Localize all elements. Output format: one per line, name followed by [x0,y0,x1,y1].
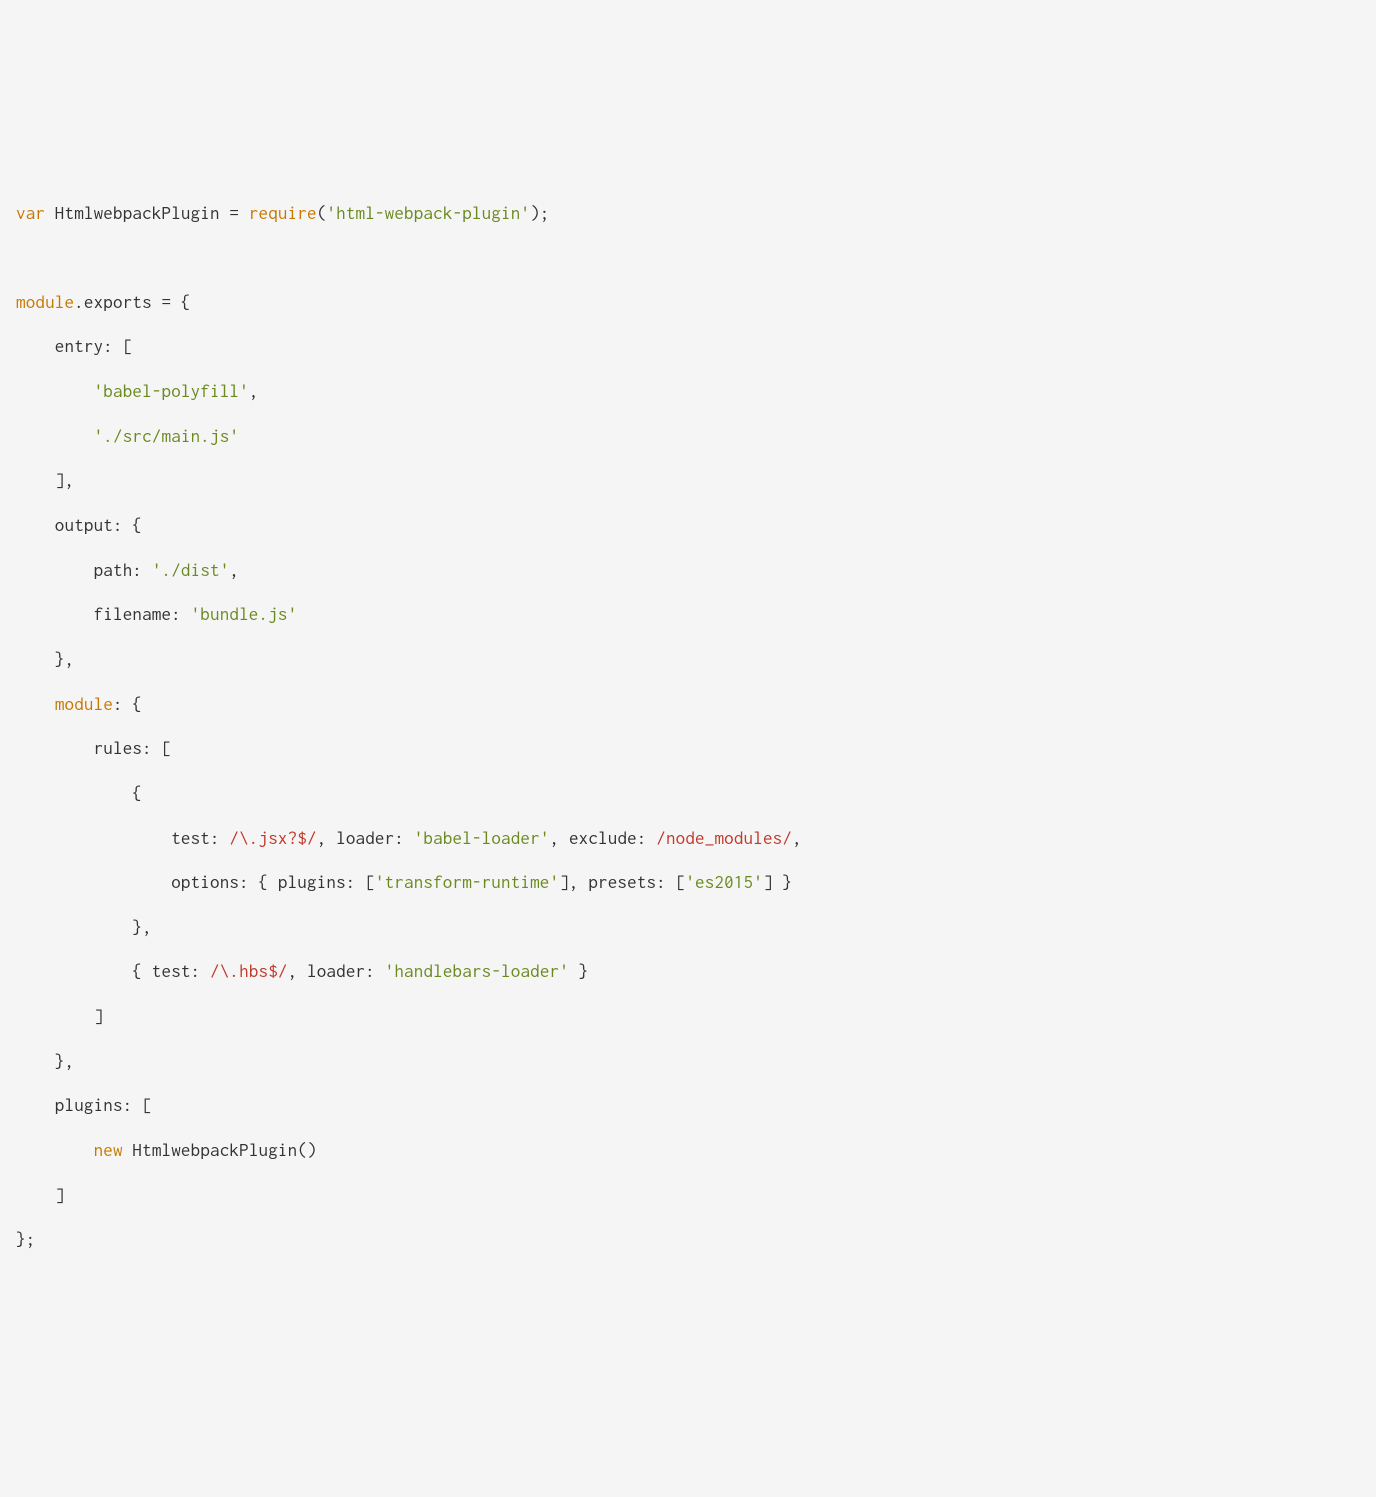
code-token: filename: [16,604,191,624]
code-token: var [16,203,45,223]
code-token: entry: [ [16,336,132,356]
code-token: , [249,381,259,401]
code-token: 'html-webpack-plugin' [326,203,530,223]
code-token: './dist' [152,560,230,580]
code-block: var HtmlwebpackPlugin = require('html-we… [16,191,1360,1262]
code-token: /\.hbs$/ [210,961,288,981]
code-token: ] } [763,872,792,892]
code-token: 'transform-runtime' [375,872,559,892]
code-token: output: { [16,515,142,535]
code-token: { [16,783,142,803]
code-token: } [569,961,588,981]
code-token: }, [16,649,74,669]
code-token: plugins: [ [16,1095,152,1115]
code-token: , loader: [317,828,414,848]
code-token [16,694,55,714]
code-token: module [55,694,113,714]
code-token: , exclude: [550,828,657,848]
code-token: /node_modules/ [656,828,792,848]
code-token: ( [317,203,327,223]
code-token: .exports = { [74,292,190,312]
code-token: ] [16,1006,103,1026]
code-token: ); [530,203,549,223]
code-token: ], [16,470,74,490]
code-token: 'handlebars-loader' [385,961,569,981]
code-token [16,381,94,401]
code-token: HtmlwebpackPlugin() [123,1140,317,1160]
code-token: './src/main.js' [94,426,240,446]
code-token: : { [113,694,142,714]
code-token: module [16,292,74,312]
code-token: 'babel-loader' [414,828,550,848]
code-token: , [229,560,239,580]
code-token: 'es2015' [685,872,763,892]
code-token: HtmlwebpackPlugin = [45,203,249,223]
code-token: }, [16,1051,74,1071]
code-token: options: { plugins: [ [16,872,375,892]
code-token: { test: [16,961,210,981]
code-token: new [94,1140,123,1160]
code-token: ] [16,1185,65,1205]
code-token: test: [16,828,229,848]
code-token: /\.jsx?$/ [229,828,316,848]
code-token: 'bundle.js' [191,604,298,624]
code-token [16,1140,94,1160]
code-token: ], presets: [ [559,872,685,892]
code-token: , loader: [288,961,385,981]
code-token: rules: [ [16,738,171,758]
code-token: }, [16,917,152,937]
code-token: path: [16,560,152,580]
code-token: 'babel-polyfill' [94,381,249,401]
code-token [16,426,94,446]
code-token: require [249,203,317,223]
code-token: }; [16,1229,35,1249]
code-token: , [792,828,802,848]
